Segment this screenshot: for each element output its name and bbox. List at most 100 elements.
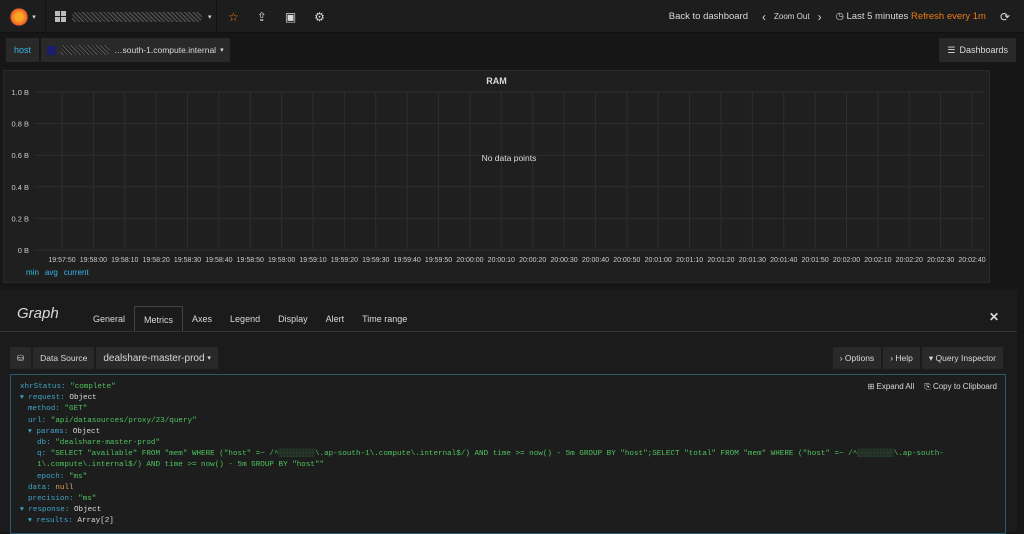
database-icon: ⛁ <box>10 347 32 369</box>
dashboard-grid-icon <box>55 11 66 22</box>
legend-min[interactable]: min <box>26 268 39 277</box>
json-tree: xhrStatus: "complete" ▾ request: Object me… <box>20 382 996 528</box>
x-tick-label: 20:00:10 <box>488 257 515 264</box>
y-tick-label: 0.6 B <box>11 151 29 160</box>
x-tick-label: 19:58:20 <box>143 257 170 264</box>
refresh-interval: Refresh every 1m <box>910 11 986 22</box>
x-tick-label: 19:59:40 <box>394 257 421 264</box>
variable-label: host <box>6 38 42 62</box>
json-line: db: "dealshare-master-prod" <box>37 439 161 448</box>
tab-display[interactable]: Display <box>269 306 317 332</box>
copy-to-clipboard-button[interactable]: ⎘ Copy to Clipboard <box>924 381 997 392</box>
json-line: precision: "ms" <box>28 495 97 504</box>
tab-legend[interactable]: Legend <box>221 306 269 332</box>
dashboards-button[interactable]: ☰ Dashboards <box>939 38 1016 62</box>
x-tick-label: 20:01:00 <box>645 257 672 264</box>
ram-graph-panel: 0 B 0.2 B 0.4 B 0.6 B 0.8 B 1.0 B 19:57:50 19:5… <box>3 70 990 283</box>
json-line[interactable]: ▾ request: Object <box>20 393 996 404</box>
template-variable-host: host …south-1.compute.internal ▾ <box>6 38 230 62</box>
help-button[interactable]: › Help <box>883 347 920 369</box>
star-icon[interactable]: ☆ <box>228 10 239 24</box>
data-source-select[interactable]: dealshare-master-prod ▾ <box>96 347 218 369</box>
x-tick-label: 19:58:10 <box>111 257 138 264</box>
tab-time-range[interactable]: Time range <box>353 306 416 332</box>
refresh-icon[interactable]: ⟳ <box>1000 10 1010 24</box>
query-inspector-panel: ⊞ Expand All ⎘ Copy to Clipboard xhrStat… <box>10 374 1006 534</box>
grafana-menu-button[interactable]: ▾ <box>0 0 46 33</box>
x-tick-label: 19:59:30 <box>362 257 389 264</box>
data-source-label: Data Source <box>33 347 95 369</box>
x-tick-label: 19:58:30 <box>174 257 201 264</box>
panel-editor: Graph General Metrics Axes Legend Displa… <box>0 290 1017 534</box>
x-tick-label: 20:00:50 <box>613 257 640 264</box>
close-editor-icon[interactable]: ✕ <box>989 310 999 324</box>
x-tick-label: 20:01:10 <box>676 257 703 264</box>
json-line[interactable]: ▾ params: Object <box>20 427 996 438</box>
y-tick-label: 0 B <box>18 246 29 255</box>
tab-axes[interactable]: Axes <box>183 306 221 332</box>
ram-chart: 0 B 0.2 B 0.4 B 0.6 B 0.8 B 1.0 B 19:57:50 19:5… <box>11 88 985 264</box>
x-tick-label: 19:58:40 <box>205 257 232 264</box>
gear-icon[interactable]: ⚙ <box>314 10 325 24</box>
legend-avg[interactable]: avg <box>45 268 58 277</box>
dashboard-title <box>72 11 202 22</box>
divider <box>0 331 1017 332</box>
tab-alert[interactable]: Alert <box>317 306 354 332</box>
panel-title[interactable]: RAM <box>4 76 989 86</box>
json-line[interactable]: ▾ response: Object <box>20 505 996 516</box>
x-tick-label: 20:02:20 <box>896 257 923 264</box>
share-icon[interactable]: ⇪ <box>257 10 267 24</box>
json-line: xhrStatus: "complete" <box>20 383 116 391</box>
tab-general[interactable]: General <box>84 306 134 332</box>
x-tick-label: 19:58:00 <box>80 257 107 264</box>
x-tick-label: 20:00:20 <box>519 257 546 264</box>
data-source-value: dealshare-master-prod <box>103 352 205 364</box>
zoom-out-group: ‹ Zoom Out › <box>762 10 822 24</box>
top-navbar: ▾ ▾ ☆ ⇪ ▣ ⚙ Back to dashboard ‹ Zoom Out… <box>0 0 1024 33</box>
x-tick-label: 20:01:50 <box>801 257 828 264</box>
time-picker-button[interactable]: ◷ Last 5 minutes Refresh every 1m <box>836 11 986 22</box>
x-tick-label: 20:01:30 <box>739 257 766 264</box>
x-tick-label: 19:59:10 <box>299 257 326 264</box>
json-line: method: "GET" <box>28 405 88 414</box>
x-tick-label: 20:00:40 <box>582 257 609 264</box>
dashboards-label: Dashboards <box>959 45 1008 55</box>
x-tick-label: 20:02:40 <box>958 257 985 264</box>
save-icon[interactable]: ▣ <box>285 10 296 24</box>
time-back-icon[interactable]: ‹ <box>762 10 766 24</box>
x-tick-label: 20:02:10 <box>864 257 891 264</box>
variable-value: …south-1.compute.internal <box>114 45 217 55</box>
json-line: q: "SELECT "available" FROM "mem" WHERE … <box>37 450 944 470</box>
options-button[interactable]: › Options <box>832 347 882 369</box>
y-tick-label: 1.0 B <box>11 88 29 97</box>
y-tick-label: 0.2 B <box>11 214 29 223</box>
legend-current[interactable]: current <box>64 268 89 277</box>
x-tick-label: 20:00:30 <box>550 257 577 264</box>
redacted-text <box>60 45 111 55</box>
json-line[interactable]: ▾ results: Array[2] <box>20 516 996 527</box>
x-tick-label: 19:59:00 <box>268 257 295 264</box>
editor-tabs: General Metrics Axes Legend Display Aler… <box>84 306 416 332</box>
clock-icon: ◷ <box>835 11 844 22</box>
tab-metrics[interactable]: Metrics <box>134 306 184 332</box>
y-tick-label: 0.8 B <box>11 120 29 129</box>
x-tick-label: 20:00:00 <box>456 257 483 264</box>
time-forward-icon[interactable]: › <box>818 10 822 24</box>
zoom-out-button[interactable]: Zoom Out <box>774 12 810 21</box>
legend: min avg current <box>26 268 89 277</box>
x-tick-label: 19:58:50 <box>237 257 264 264</box>
host-variable-dropdown[interactable]: …south-1.compute.internal ▾ <box>41 38 230 62</box>
y-tick-label: 0.4 B <box>11 183 29 192</box>
chevron-down-icon: ▾ <box>220 47 224 54</box>
json-line: url: "api/datasources/proxy/23/query" <box>28 416 197 425</box>
query-inspector-button[interactable]: ▾ Query Inspector <box>921 347 1003 369</box>
dashboard-picker[interactable]: ▾ <box>47 0 217 33</box>
x-tick-label: 19:59:20 <box>331 257 358 264</box>
editor-title: Graph <box>17 305 59 322</box>
x-tick-label: 20:02:30 <box>927 257 954 264</box>
list-icon: ☰ <box>947 44 956 55</box>
x-tick-label: 20:01:40 <box>770 257 797 264</box>
grafana-logo-icon <box>9 6 30 27</box>
expand-all-button[interactable]: ⊞ Expand All <box>868 381 915 392</box>
back-to-dashboard-button[interactable]: Back to dashboard <box>669 11 748 22</box>
